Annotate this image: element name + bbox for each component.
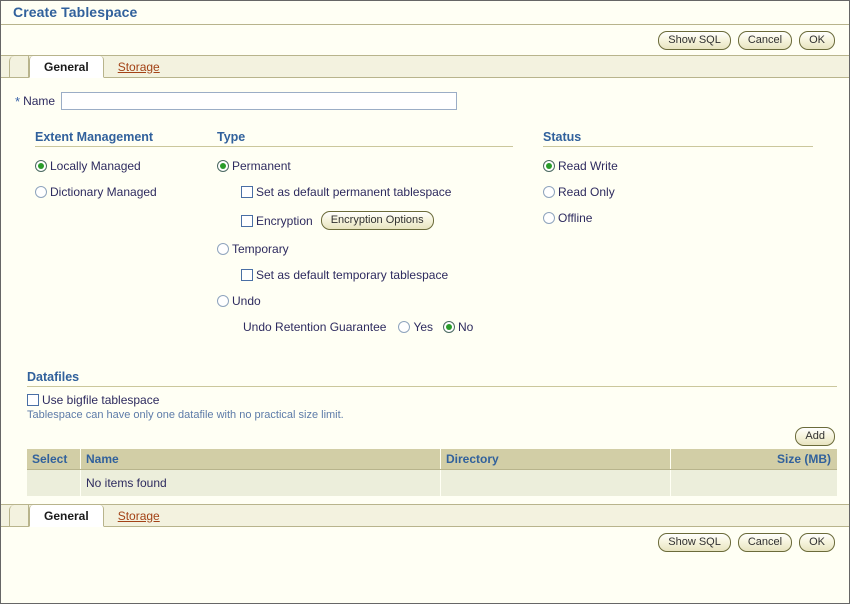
table-row: No items found — [27, 470, 837, 497]
radio-on-icon[interactable] — [543, 160, 555, 172]
checkbox-set-default-permanent-label: Set as default permanent tablespace — [256, 185, 451, 199]
checkbox-encryption-row[interactable]: Encryption Encryption Options — [241, 211, 535, 230]
name-label: Name — [23, 94, 55, 108]
checkbox-off-icon[interactable] — [241, 269, 253, 281]
show-sql-button-bottom[interactable]: Show SQL — [658, 533, 731, 552]
radio-read-only-label: Read Only — [558, 185, 615, 199]
show-sql-button[interactable]: Show SQL — [658, 31, 731, 50]
radio-on-icon[interactable] — [217, 160, 229, 172]
bigfile-hint-text: Tablespace can have only one datafile wi… — [27, 409, 837, 421]
type-heading: Type — [217, 130, 513, 147]
undo-retention-guarantee-label: Undo Retention Guarantee — [243, 320, 386, 334]
status-section: Status Read Write Read Only Offline — [535, 130, 817, 344]
bottom-tab-bar: General Storage — [1, 504, 849, 527]
datafiles-heading: Datafiles — [27, 370, 837, 387]
page-title: Create Tablespace — [13, 4, 137, 20]
cancel-button[interactable]: Cancel — [738, 31, 792, 50]
top-button-row: Show SQL Cancel OK — [1, 25, 849, 55]
radio-read-write-label: Read Write — [558, 159, 618, 173]
checkbox-use-bigfile-label: Use bigfile tablespace — [42, 393, 159, 407]
checkbox-encryption-label: Encryption — [256, 214, 313, 228]
radio-undo-retention-yes-label: Yes — [413, 320, 433, 334]
column-header-directory[interactable]: Directory — [441, 449, 671, 470]
tab-stub — [9, 505, 29, 526]
tab-storage-bottom[interactable]: Storage — [104, 505, 174, 526]
radio-locally-managed-label: Locally Managed — [50, 159, 141, 173]
radio-permanent-label: Permanent — [232, 159, 291, 173]
radio-off-icon[interactable] — [217, 243, 229, 255]
bottom-button-row: Show SQL Cancel OK — [1, 527, 849, 557]
ok-button-bottom[interactable]: OK — [799, 533, 835, 552]
radio-offline-label: Offline — [558, 211, 592, 225]
column-header-size[interactable]: Size (MB) — [671, 449, 838, 470]
top-tab-bar: General Storage — [1, 55, 849, 78]
tab-storage[interactable]: Storage — [104, 56, 174, 77]
radio-read-only[interactable]: Read Only — [543, 185, 817, 199]
type-section: Type Permanent Set as default permanent … — [213, 130, 535, 344]
column-header-select[interactable]: Select — [27, 449, 81, 470]
tab-general-bottom[interactable]: General — [29, 505, 104, 527]
radio-permanent[interactable]: Permanent — [217, 159, 535, 173]
tab-storage-bottom-label: Storage — [118, 509, 160, 523]
checkbox-off-icon[interactable] — [27, 394, 39, 406]
create-tablespace-page: Create Tablespace Show SQL Cancel OK Gen… — [0, 0, 850, 604]
add-datafile-button[interactable]: Add — [795, 427, 835, 446]
title-bar: Create Tablespace — [1, 1, 849, 25]
checkbox-set-default-temporary-label: Set as default temporary tablespace — [256, 268, 448, 282]
radio-off-icon[interactable] — [35, 186, 47, 198]
checkbox-set-default-temporary[interactable]: Set as default temporary tablespace — [241, 268, 535, 282]
radio-undo-retention-no-label: No — [458, 320, 473, 334]
tab-stub — [9, 56, 29, 77]
radio-undo[interactable]: Undo — [217, 294, 535, 308]
cell-empty-message: No items found — [81, 470, 441, 497]
checkbox-off-icon[interactable] — [241, 215, 253, 227]
checkbox-off-icon[interactable] — [241, 186, 253, 198]
cell-size — [671, 470, 838, 497]
checkbox-set-default-permanent[interactable]: Set as default permanent tablespace — [241, 185, 535, 199]
radio-on-icon[interactable] — [35, 160, 47, 172]
radio-undo-label: Undo — [232, 294, 261, 308]
encryption-options-button[interactable]: Encryption Options — [321, 211, 434, 230]
checkbox-use-bigfile-tablespace[interactable]: Use bigfile tablespace — [27, 393, 837, 407]
radio-undo-retention-yes[interactable] — [398, 321, 410, 333]
required-asterisk-icon: * — [15, 95, 20, 108]
radio-off-icon[interactable] — [543, 186, 555, 198]
table-header-row: Select Name Directory Size (MB) — [27, 449, 837, 470]
radio-off-icon[interactable] — [217, 295, 229, 307]
radio-temporary[interactable]: Temporary — [217, 242, 535, 256]
tab-general-label: General — [44, 60, 89, 74]
cell-select — [27, 470, 81, 497]
radio-offline[interactable]: Offline — [543, 211, 817, 225]
name-input[interactable] — [61, 92, 457, 110]
bottom-spacer — [1, 496, 849, 504]
options-columns: Extent Management Locally Managed Dictio… — [1, 124, 849, 344]
tab-storage-label: Storage — [118, 60, 160, 74]
extent-management-heading: Extent Management — [35, 130, 225, 147]
ok-button[interactable]: OK — [799, 31, 835, 50]
name-row: * Name — [1, 78, 849, 124]
radio-undo-retention-no[interactable] — [443, 321, 455, 333]
cancel-button-bottom[interactable]: Cancel — [738, 533, 792, 552]
add-button-row: Add — [27, 427, 837, 446]
radio-locally-managed[interactable]: Locally Managed — [35, 159, 213, 173]
tab-general[interactable]: General — [29, 56, 104, 78]
radio-read-write[interactable]: Read Write — [543, 159, 817, 173]
extent-management-section: Extent Management Locally Managed Dictio… — [1, 130, 213, 344]
status-heading: Status — [543, 130, 813, 147]
radio-off-icon[interactable] — [543, 212, 555, 224]
datafiles-table: Select Name Directory Size (MB) No items… — [27, 449, 837, 496]
undo-retention-guarantee-row: Undo Retention Guarantee Yes No — [243, 320, 535, 334]
datafiles-section: Datafiles Use bigfile tablespace Tablesp… — [1, 370, 849, 496]
radio-dictionary-managed-label: Dictionary Managed — [50, 185, 157, 199]
tab-general-bottom-label: General — [44, 509, 89, 523]
radio-dictionary-managed[interactable]: Dictionary Managed — [35, 185, 213, 199]
column-header-name[interactable]: Name — [81, 449, 441, 470]
cell-directory — [441, 470, 671, 497]
radio-temporary-label: Temporary — [232, 242, 289, 256]
